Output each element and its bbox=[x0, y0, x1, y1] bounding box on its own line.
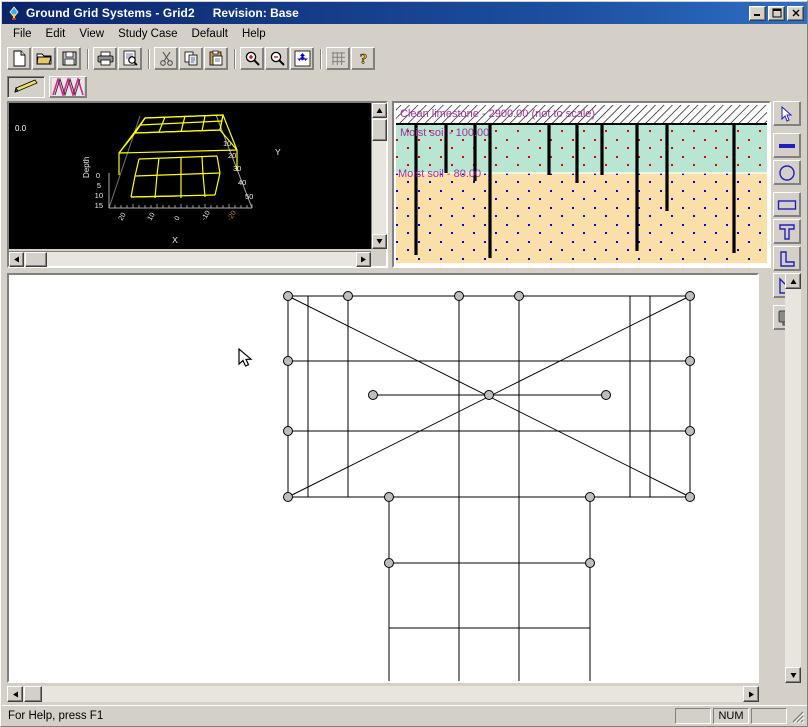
zoom-fit-button[interactable] bbox=[290, 47, 314, 70]
toolbar-separator-2 bbox=[145, 48, 152, 70]
status-bar: For Help, press F1 NUM bbox=[2, 705, 807, 725]
menu-help[interactable]: Help bbox=[235, 26, 273, 42]
vsb-down-arrow[interactable] bbox=[372, 234, 387, 249]
menu-edit[interactable]: Edit bbox=[39, 26, 73, 42]
depth-axis-label: Depth bbox=[82, 157, 91, 178]
toolbar-separator-4 bbox=[317, 48, 324, 70]
window-revision: Revision: Base bbox=[212, 6, 299, 20]
y-axis-label: Y bbox=[275, 147, 281, 157]
hsb-right-arrow[interactable] bbox=[356, 252, 371, 267]
svg-text:15: 15 bbox=[95, 201, 103, 210]
select-arrow-tool[interactable] bbox=[773, 101, 801, 126]
main-hsb-left-arrow[interactable] bbox=[7, 686, 23, 702]
soil-profile-canvas: Clean limestone - 2900.00 (not to scale)… bbox=[394, 103, 769, 266]
toolbar-separator-1 bbox=[84, 48, 91, 70]
window-controls bbox=[749, 5, 804, 21]
application-window: Ground Grid Systems - Grid2 Revision: Ba… bbox=[0, 0, 808, 727]
three-d-view-pane: 0.0 Depth 0 5 10 15 10 20 30 40 50 20 10… bbox=[7, 101, 388, 268]
edit-pencil-button[interactable] bbox=[7, 76, 45, 98]
new-file-button[interactable] bbox=[7, 47, 31, 70]
cut-button[interactable] bbox=[154, 47, 178, 70]
hsb-thumb[interactable] bbox=[25, 252, 47, 267]
svg-text:40: 40 bbox=[238, 178, 246, 187]
main-hsb-right-arrow[interactable] bbox=[743, 686, 759, 702]
copy-button[interactable] bbox=[179, 47, 203, 70]
main-vertical-scrollbar[interactable] bbox=[785, 273, 801, 683]
grid-plan-drawing bbox=[9, 275, 757, 681]
main-toolbar: ? bbox=[2, 44, 807, 74]
svg-text:5: 5 bbox=[97, 181, 101, 190]
hsb-track[interactable] bbox=[9, 252, 371, 266]
menu-study-case[interactable]: Study Case bbox=[111, 26, 184, 42]
moist-soil-upper-label: Moist soil - 100.00 bbox=[400, 127, 489, 139]
ell-shape-tool[interactable] bbox=[773, 246, 801, 271]
main-hsb-track[interactable] bbox=[7, 686, 759, 702]
toolbar-separator-3 bbox=[231, 48, 238, 70]
grid-plan-canvas[interactable] bbox=[7, 273, 759, 683]
svg-text:10: 10 bbox=[223, 139, 231, 148]
window-title: Ground Grid Systems - Grid2 bbox=[26, 6, 195, 20]
zoom-out-button[interactable] bbox=[265, 47, 289, 70]
main-horizontal-scrollbar[interactable] bbox=[7, 686, 759, 702]
close-button[interactable] bbox=[787, 5, 804, 21]
three-d-vertical-scrollbar[interactable] bbox=[371, 103, 387, 249]
print-preview-button[interactable] bbox=[118, 47, 142, 70]
conductor-pattern-button[interactable] bbox=[49, 76, 87, 98]
vsb-up-arrow[interactable] bbox=[372, 103, 387, 118]
mode-toolbar bbox=[2, 74, 807, 100]
x-axis-label: X bbox=[172, 235, 178, 245]
vsb-thumb[interactable] bbox=[372, 119, 387, 141]
lamp-icon bbox=[6, 5, 22, 21]
status-indicator-num: NUM bbox=[713, 707, 749, 724]
circle-tool[interactable] bbox=[773, 160, 801, 185]
open-file-button[interactable] bbox=[32, 47, 56, 70]
main-vsb-down-arrow[interactable] bbox=[785, 667, 801, 683]
line-tool[interactable] bbox=[773, 133, 801, 158]
resize-grip[interactable] bbox=[789, 708, 805, 724]
hsb-left-arrow[interactable] bbox=[9, 252, 24, 267]
clipboard-paste-button[interactable] bbox=[204, 47, 228, 70]
maximize-button[interactable] bbox=[768, 5, 785, 21]
three-d-horizontal-scrollbar[interactable] bbox=[9, 251, 371, 267]
three-d-corner-label: 0.0 bbox=[15, 124, 27, 133]
svg-text:0: 0 bbox=[96, 171, 100, 180]
title-bar: Ground Grid Systems - Grid2 Revision: Ba… bbox=[2, 2, 807, 24]
main-hsb-thumb[interactable] bbox=[24, 686, 42, 702]
rectangle-tool[interactable] bbox=[773, 192, 801, 217]
menu-default[interactable]: Default bbox=[185, 26, 235, 42]
svg-text:50: 50 bbox=[245, 192, 253, 201]
moist-soil-lower-label: Moist soil - 80.00 bbox=[398, 168, 481, 180]
status-indicator-1 bbox=[675, 707, 711, 724]
save-file-button[interactable] bbox=[57, 47, 81, 70]
main-vsb-track[interactable] bbox=[785, 273, 801, 683]
status-indicator-3 bbox=[751, 707, 787, 724]
menu-file[interactable]: File bbox=[6, 26, 39, 42]
svg-text:20: 20 bbox=[228, 151, 236, 160]
status-hint: For Help, press F1 bbox=[8, 709, 104, 722]
grid-toggle-button[interactable] bbox=[326, 47, 350, 70]
soil-profile-pane[interactable]: Clean limestone - 2900.00 (not to scale)… bbox=[392, 101, 771, 268]
help-button[interactable]: ? bbox=[351, 47, 375, 70]
three-d-view-canvas[interactable]: 0.0 Depth 0 5 10 15 10 20 30 40 50 20 10… bbox=[9, 103, 371, 249]
moist-soil-lower-layer bbox=[396, 173, 767, 263]
menu-view[interactable]: View bbox=[72, 26, 111, 42]
zoom-in-button[interactable] bbox=[240, 47, 264, 70]
menu-bar: File Edit View Study Case Default Help bbox=[2, 24, 807, 44]
print-button[interactable] bbox=[93, 47, 117, 70]
limestone-layer-label: Clean limestone - 2900.00 (not to scale) bbox=[400, 108, 595, 120]
svg-text:10: 10 bbox=[95, 191, 103, 200]
tee-shape-tool[interactable] bbox=[773, 219, 801, 244]
svg-text:?: ? bbox=[359, 52, 367, 68]
main-vsb-up-arrow[interactable] bbox=[785, 273, 801, 289]
minimize-button[interactable] bbox=[749, 5, 766, 21]
